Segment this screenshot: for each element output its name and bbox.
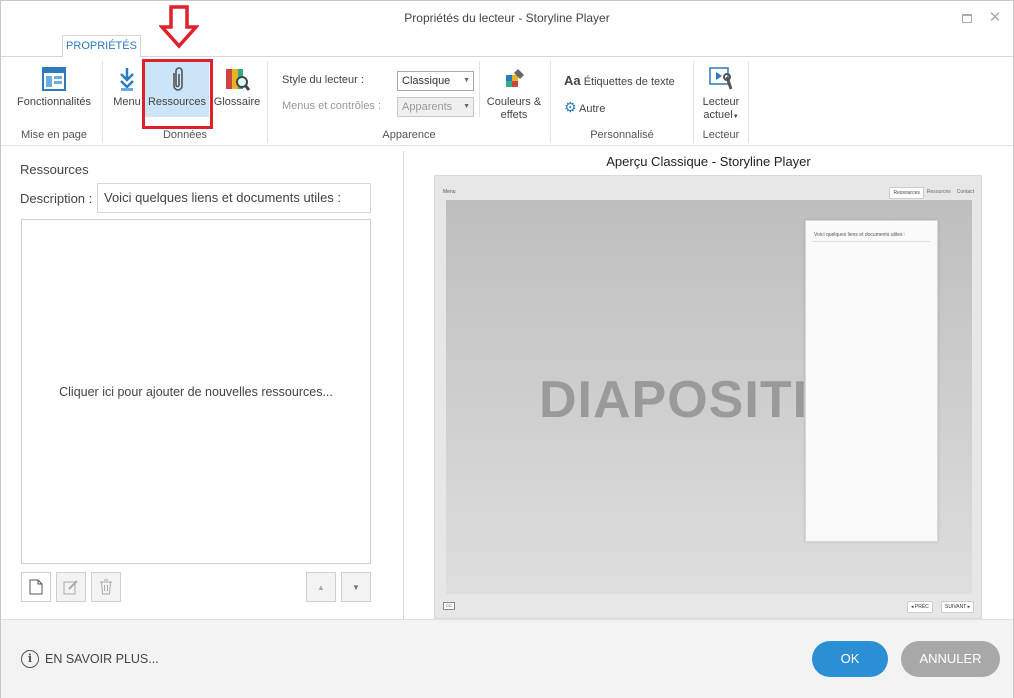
learn-more-link[interactable]: i EN SAVOIR PLUS... [21, 650, 159, 668]
dropdown-arrow-icon: ▼ [463, 77, 470, 84]
learn-more-label: EN SAVOIR PLUS... [45, 652, 159, 666]
glossary-label: Glossaire [213, 96, 261, 108]
current-player-label-1: Lecteur [702, 96, 740, 108]
preview-tab-contact: Contact [956, 189, 974, 195]
preview-title: Aperçu Classique - Storyline Player [606, 154, 811, 169]
ribbon-divider [748, 61, 749, 143]
move-down-button[interactable]: ▼ [341, 572, 371, 602]
preview-tabs: Ressources Resources Contact [889, 187, 977, 199]
preview-tab-resources-active: Ressources [889, 187, 924, 199]
group-layout: Fonctionnalités Mise en page [6, 61, 102, 143]
group-label-player: Lecteur [702, 129, 740, 141]
group-label-layout: Mise en page [20, 129, 88, 141]
features-label: Fonctionnalités [17, 96, 91, 108]
empty-list-prompt: Cliquer ici pour ajouter de nouvelles re… [59, 384, 333, 399]
ribbon-divider [479, 61, 480, 117]
window-title: Propriétés du lecteur - Storyline Player [404, 11, 610, 25]
edit-resource-button[interactable] [56, 572, 86, 602]
pane-divider [403, 151, 404, 621]
info-icon: i [21, 650, 39, 668]
group-appearance: Style du lecteur : Classique ▼ Menus et … [268, 61, 550, 143]
group-label-appearance: Apparence [382, 129, 436, 141]
move-up-button[interactable]: ▲ [306, 572, 336, 602]
group-custom: Aa Étiquettes de texte ⚙ Autre Personnal… [551, 61, 693, 143]
group-player: Lecteur actuel▼ Lecteur [694, 61, 748, 143]
preview-next-label: SUIVANT [945, 604, 967, 610]
preview-slide-text: DIAPOSITI [539, 371, 809, 429]
menu-button[interactable]: Menu [109, 61, 145, 121]
group-label-custom: Personnalisé [590, 129, 654, 141]
gear-icon: ⚙ [564, 99, 577, 115]
close-icon[interactable]: ✕ [987, 10, 1003, 26]
trash-icon [100, 579, 112, 595]
player-preview: Menu Ressources Resources Contact DIAPOS… [434, 175, 982, 619]
preview-cc-icon: CC [443, 602, 455, 610]
current-player-label-2: actuel [703, 109, 733, 121]
ok-button[interactable]: OK [812, 641, 888, 677]
preview-tab-resources: Resources [926, 189, 951, 195]
menu-tree-icon [113, 65, 141, 93]
down-arrow-icon [158, 5, 200, 52]
menus-controls-select[interactable]: Apparents ▼ [397, 97, 474, 117]
current-player-button[interactable]: Lecteur actuel▼ [698, 61, 744, 121]
player-style-select[interactable]: Classique ▼ [397, 71, 474, 91]
delete-resource-button[interactable] [91, 572, 121, 602]
preview-popup-text: Voici quelques liens et documents utiles… [814, 232, 906, 238]
menus-controls-label: Menus et contrôles : [282, 100, 382, 112]
other-label: Autre [579, 103, 606, 115]
edit-icon [63, 580, 78, 595]
resources-list[interactable]: Cliquer ici pour ajouter de nouvelles re… [21, 219, 371, 564]
features-button[interactable]: Fonctionnalités [10, 61, 98, 121]
maximize-icon[interactable] [959, 10, 975, 26]
dropdown-arrow-icon: ▼ [463, 103, 470, 110]
preview-next-button: SUIVANT ▸ [941, 601, 975, 613]
new-resource-button[interactable] [21, 572, 51, 602]
text-labels-label: Étiquettes de texte [583, 76, 675, 88]
resources-pane: Ressources Description : Voici quelques … [1, 147, 403, 619]
preview-resources-popup: Voici quelques liens et documents utiles… [805, 220, 938, 542]
menus-controls-value: Apparents [402, 101, 453, 113]
preview-slide: DIAPOSITI Voici quelques liens et docume… [446, 200, 972, 594]
player-icon [707, 65, 735, 93]
group-label-data: Données [162, 129, 208, 141]
preview-popup-divider [812, 241, 930, 242]
colors-effects-label-1: Couleurs & [486, 96, 542, 108]
glossary-button[interactable]: Glossaire [211, 61, 263, 121]
features-icon [40, 65, 68, 93]
preview-menu-label: Menu [443, 189, 456, 195]
player-properties-dialog: Propriétés du lecteur - Storyline Player… [0, 0, 1014, 698]
menu-label: Menu [113, 96, 141, 108]
current-player-label-2-wrap: actuel▼ [698, 109, 744, 124]
preview-prev-button: ◂ PRÉC [907, 601, 933, 613]
tab-properties[interactable]: PROPRIÉTÉS [62, 35, 141, 58]
dialog-footer: i EN SAVOIR PLUS... OK ANNULER [1, 619, 1013, 698]
description-label: Description : [20, 191, 93, 206]
description-input[interactable]: Voici quelques liens et documents utiles… [97, 183, 371, 213]
arrow-down-icon: ▼ [352, 582, 360, 592]
cancel-button[interactable]: ANNULER [901, 641, 1000, 677]
arrow-up-icon: ▲ [317, 582, 325, 592]
new-document-icon [29, 579, 43, 595]
pane-title: Ressources [20, 162, 89, 177]
glossary-book-icon [223, 65, 251, 93]
other-button[interactable]: ⚙ Autre [564, 99, 605, 116]
colors-effects-button[interactable]: Couleurs & effets [482, 61, 546, 121]
color-palette-icon [500, 65, 528, 93]
ribbon-tab-row: PROPRIÉTÉS [1, 35, 1013, 58]
dropdown-arrow-icon: ▼ [732, 114, 739, 120]
preview-prev-label: PRÉC [914, 604, 929, 610]
highlight-box [142, 59, 213, 129]
player-style-value: Classique [402, 75, 451, 87]
text-labels-icon: Aa [564, 73, 581, 88]
text-labels-button[interactable]: Aa Étiquettes de texte [564, 73, 675, 88]
player-style-label: Style du lecteur : [282, 74, 364, 86]
colors-effects-label-2: effets [500, 109, 528, 121]
